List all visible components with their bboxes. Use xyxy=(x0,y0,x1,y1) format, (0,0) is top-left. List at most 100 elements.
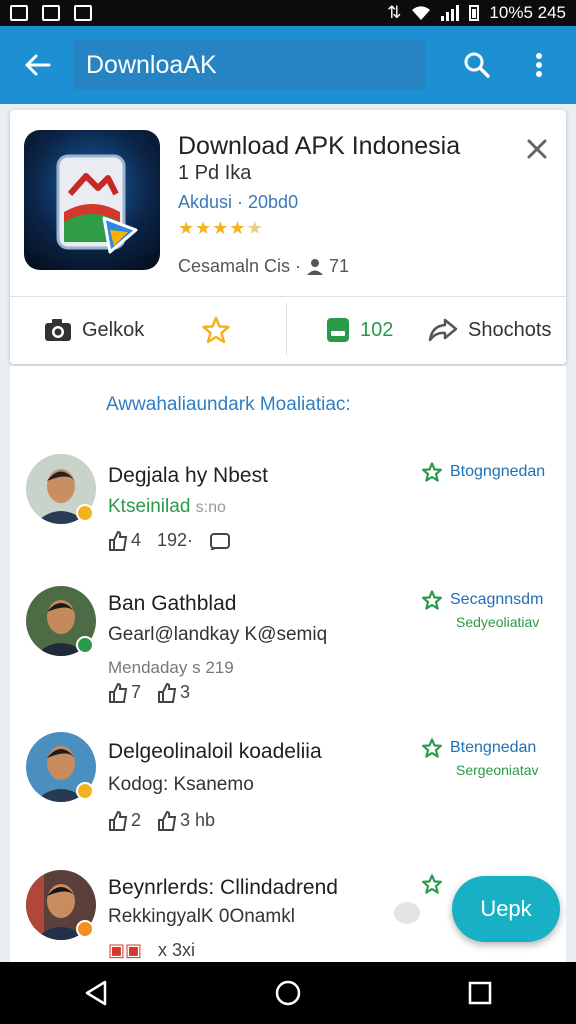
like-count: 7 xyxy=(131,682,142,702)
reviews-panel: Awwahaliaundark Moaliatiac: Degjala hy N… xyxy=(10,366,566,962)
action-label: 102 xyxy=(360,318,394,341)
review-status-sub: Sedyeoliatiav xyxy=(456,614,540,630)
user-badge-icon xyxy=(76,636,94,654)
apk-logo-icon xyxy=(56,154,138,254)
review-status-label: Btengnedan xyxy=(450,739,537,756)
star-half-icon: ★ xyxy=(246,218,264,238)
app-developer[interactable]: Akdusi · 20bd0 xyxy=(178,192,298,213)
review-item[interactable]: Ban Gathblad Gearl@landkay K@semiq Menda… xyxy=(10,580,566,710)
action-gelkok[interactable]: Gelkok xyxy=(44,297,144,363)
reviewer-name: Delgeolinaloil koadeliia xyxy=(108,740,322,763)
android-icon xyxy=(327,318,349,342)
overflow-menu-button[interactable] xyxy=(508,26,570,104)
star-icon xyxy=(422,462,442,482)
emoji-icon xyxy=(394,902,420,924)
reaction-icon: ▣▣ xyxy=(108,940,143,960)
action-label: Gelkok xyxy=(82,318,145,341)
review-count: x 3xi xyxy=(158,940,196,960)
like-button[interactable]: 2 xyxy=(108,810,141,831)
wifi-icon xyxy=(412,6,431,20)
review-count: 3 xyxy=(180,682,191,702)
review-status[interactable]: Btogngnedan xyxy=(422,462,545,482)
action-star[interactable] xyxy=(202,297,230,363)
review-count: 3 hb xyxy=(180,810,216,830)
more-vert-icon xyxy=(536,53,542,77)
like-button[interactable]: 4 xyxy=(108,530,141,551)
app-card: Download APK Indonesia 1 Pd Ika Akdusi ·… xyxy=(10,110,566,364)
nav-recents-button[interactable] xyxy=(450,962,510,1024)
reviewer-name: Beynrlerds: Cllindadrend xyxy=(108,876,338,899)
star-icon xyxy=(422,590,442,610)
app-subtitle: 1 Pd Ika xyxy=(178,162,252,184)
action-downloads[interactable]: 102 xyxy=(326,297,393,363)
close-button[interactable] xyxy=(520,132,554,166)
thumbs-up-icon xyxy=(158,810,177,831)
status-bar: ⇅ 10%5 245 xyxy=(0,0,576,26)
review-line-extra: s:no xyxy=(195,499,226,516)
fab-label: Uepk xyxy=(480,896,532,921)
review-stats: 2 3 hb xyxy=(108,810,215,831)
review-text: Ktseinilad s:no xyxy=(108,496,226,518)
nav-home-button[interactable] xyxy=(258,962,318,1024)
search-input[interactable]: DownloaAK xyxy=(74,40,426,90)
star-icon: ★ xyxy=(178,218,196,238)
reply-button[interactable]: 3 hb xyxy=(157,810,215,831)
app-meta-text: Cesamaln Cis · xyxy=(178,256,302,276)
like-count: 4 xyxy=(131,530,142,550)
thumbs-up-icon xyxy=(109,682,128,703)
reviewer-name: Ban Gathblad xyxy=(108,592,237,615)
photo-icon xyxy=(74,5,92,21)
review-text: RekkingyalK 0Onamkl xyxy=(108,906,295,927)
app-title: Download APK Indonesia xyxy=(178,132,461,160)
close-icon xyxy=(527,139,547,159)
like-button[interactable]: 7 xyxy=(108,682,141,703)
arrow-left-icon xyxy=(25,54,51,76)
section-link[interactable]: Awwahaliaundark Moaliatiac: xyxy=(106,394,351,416)
star-icon xyxy=(202,316,230,344)
nav-back-button[interactable] xyxy=(66,962,126,1024)
app-icon[interactable] xyxy=(24,130,160,270)
app-meta: Cesamaln Cis · 71 xyxy=(178,256,349,277)
like-count: 2 xyxy=(131,810,142,830)
comment-icon[interactable] xyxy=(209,532,231,550)
review-text: Gearl@landkay K@semiq xyxy=(108,624,328,645)
review-status-sub: Sergeoniatav xyxy=(456,762,539,778)
review-item[interactable]: Delgeolinaloil koadeliia Kodog: Ksanemo … xyxy=(10,728,566,858)
star-icon: ★ xyxy=(195,218,213,238)
image-icon xyxy=(42,5,60,21)
camera-icon xyxy=(45,319,71,341)
star-icon: ★ xyxy=(212,218,230,238)
user-badge-icon xyxy=(76,504,94,522)
search-input-value: DownloaAK xyxy=(86,50,217,79)
star-icon xyxy=(422,874,442,894)
star-icon: ★ xyxy=(229,218,247,238)
action-share[interactable]: Shochots xyxy=(428,297,551,363)
nav-home-icon xyxy=(275,980,301,1006)
share-icon xyxy=(428,318,458,342)
review-status[interactable]: Secagnnsdm xyxy=(422,590,543,610)
review-stats: 4 192· xyxy=(108,530,231,551)
review-status-label: Btogngnedan xyxy=(450,463,546,480)
person-icon xyxy=(307,258,324,275)
action-label: Shochots xyxy=(468,318,552,341)
status-text: 10%5 245 xyxy=(489,3,566,22)
review-text: Kodog: Ksanemo xyxy=(108,774,254,795)
reply-button[interactable]: 3 xyxy=(157,682,190,703)
notification-icon xyxy=(10,5,28,21)
back-button[interactable] xyxy=(0,26,74,104)
review-meta: Mendaday s 219 xyxy=(108,658,234,677)
search-button[interactable] xyxy=(446,26,508,104)
thumbs-up-icon xyxy=(158,682,177,703)
review-item[interactable]: Degjala hy Nbest Ktseinilad s:no 4 192· … xyxy=(10,448,566,578)
fab-button[interactable]: Uepk xyxy=(452,876,560,942)
review-stats: 7 3 xyxy=(108,682,190,703)
action-row: Gelkok 102 Shochots xyxy=(10,297,566,363)
review-status[interactable] xyxy=(422,874,442,894)
thumbs-up-icon xyxy=(109,810,128,831)
nav-back-icon xyxy=(85,980,107,1006)
signal-icon xyxy=(441,5,460,21)
nav-recents-icon xyxy=(468,981,492,1005)
action-separator xyxy=(286,303,287,355)
star-icon xyxy=(422,738,442,758)
review-status[interactable]: Btengnedan xyxy=(422,738,536,758)
